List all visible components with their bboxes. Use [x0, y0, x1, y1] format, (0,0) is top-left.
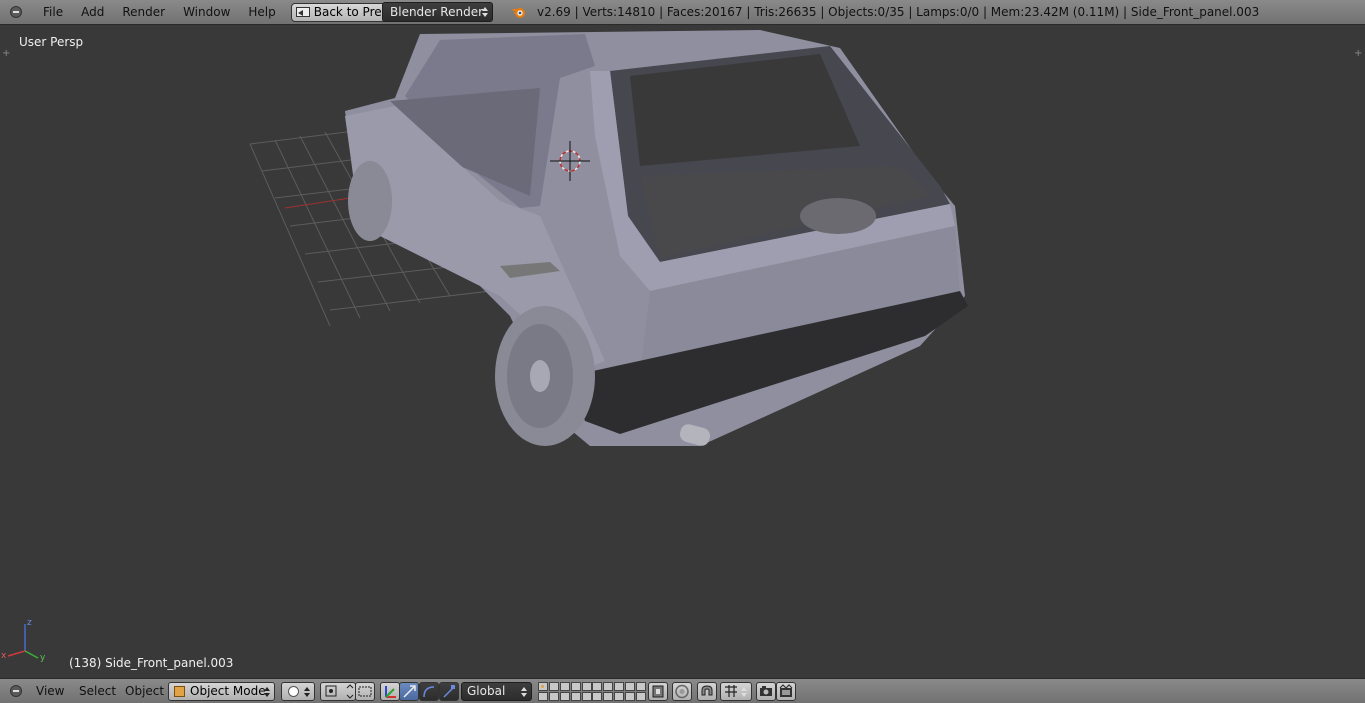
3d-view-header: View Select Object Object Mode Global: [0, 678, 1365, 703]
translate-icon: [403, 685, 416, 698]
transform-orientation-select[interactable]: Global: [461, 682, 532, 701]
layer-grid-icon[interactable]: [603, 692, 613, 701]
rotate-manipulator-button[interactable]: [419, 682, 439, 701]
axis-x-label: x: [1, 651, 7, 661]
layer-grid-icon[interactable]: [582, 692, 592, 701]
scene-layers-group-2[interactable]: [592, 682, 646, 701]
layer-grid-icon[interactable]: [571, 692, 581, 701]
blender-logo-icon: [512, 8, 525, 18]
manipulator-icon: [385, 686, 396, 698]
menu-help[interactable]: Help: [239, 0, 284, 25]
dropdown-arrows-icon: [264, 687, 270, 697]
back-to-previous-icon: [295, 7, 310, 17]
solid-shading-icon: [288, 686, 299, 697]
layer-grid-icon[interactable]: [636, 692, 646, 701]
snap-element-select[interactable]: [720, 682, 752, 701]
snap-toggle-button[interactable]: [697, 682, 717, 701]
render-still-button[interactable]: [756, 682, 776, 701]
proportional-editing-icon: [675, 684, 689, 699]
menu-view[interactable]: View: [36, 679, 64, 703]
scale-manipulator-button[interactable]: [439, 682, 459, 701]
layer-grid-icon[interactable]: [636, 682, 646, 691]
layer-grid-icon[interactable]: [560, 682, 570, 691]
pivot-point-select[interactable]: [320, 682, 356, 701]
3d-viewport[interactable]: z y x User Persp (138) Side_Front_panel.…: [0, 26, 1365, 678]
translate-manipulator-button[interactable]: [399, 682, 419, 701]
editor-menu-icon[interactable]: [10, 6, 22, 18]
menu-object[interactable]: Object: [125, 679, 164, 703]
manipulator-toggle-button[interactable]: [380, 682, 400, 701]
dropdown-arrows-icon: [741, 687, 747, 697]
snap-to-selection-button[interactable]: [355, 682, 375, 701]
layer-grid-icon[interactable]: [592, 682, 602, 691]
layer-grid-icon[interactable]: [625, 692, 635, 701]
car-model: [345, 30, 968, 446]
object-mode-cube-icon: [174, 686, 185, 697]
transform-orientation-value: Global: [467, 684, 506, 698]
render-still-icon: [760, 686, 772, 696]
layer-grid-icon[interactable]: [549, 682, 559, 691]
rotate-icon: [423, 686, 435, 698]
render-engine-value: Blender Render: [390, 5, 484, 19]
layer-grid-icon[interactable]: [549, 692, 559, 701]
manipulator-icon: [358, 686, 372, 697]
layer-grid-icon[interactable]: [571, 682, 581, 691]
editor-type-icon[interactable]: [10, 685, 22, 697]
render-animation-button[interactable]: [776, 682, 796, 701]
layer-grid-icon[interactable]: [614, 682, 624, 691]
active-object-label: (138) Side_Front_panel.003: [69, 656, 234, 670]
axis-y-label: y: [40, 653, 46, 663]
pivot-point-icon: [325, 684, 354, 699]
layer-grid-icon[interactable]: [603, 682, 613, 691]
dropdown-arrows-icon: [521, 687, 527, 697]
dropdown-arrows-icon: [482, 7, 488, 17]
interaction-mode-value: Object Mode: [190, 684, 266, 698]
lock-layers-icon: [652, 685, 664, 698]
proportional-editing-button[interactable]: [672, 682, 692, 701]
menu-select[interactable]: Select: [79, 679, 116, 703]
snap-magnet-icon: [701, 685, 713, 696]
axis-z-label: z: [27, 618, 32, 628]
dropdown-arrows-icon: [304, 687, 310, 697]
layer-grid-icon[interactable]: [582, 682, 592, 691]
properties-panel-toggle-icon[interactable]: +: [1354, 49, 1362, 59]
interaction-mode-select[interactable]: Object Mode: [168, 682, 275, 701]
scale-icon: [443, 685, 455, 698]
scene-layers-group-1[interactable]: [538, 682, 592, 701]
tool-shelf-toggle-icon[interactable]: +: [2, 49, 10, 59]
menu-add[interactable]: Add: [72, 0, 113, 25]
lock-layers-button[interactable]: [648, 682, 668, 701]
layer-grid-icon[interactable]: [614, 692, 624, 701]
snap-element-icon: [725, 685, 737, 697]
layer-grid-icon[interactable]: [538, 692, 548, 701]
menu-window[interactable]: Window: [174, 0, 239, 25]
layer-grid-icon[interactable]: [592, 692, 602, 701]
layer-grid-icon[interactable]: [625, 682, 635, 691]
view-label: User Persp: [19, 35, 84, 49]
layer-grid-icon[interactable]: [560, 692, 570, 701]
scene-stats: v2.69 | Verts:14810 | Faces:20167 | Tris…: [537, 5, 1260, 19]
render-animation-icon: [779, 684, 793, 697]
axis-widget-icon: z y x: [1, 618, 46, 663]
menu-render[interactable]: Render: [113, 0, 174, 25]
menu-file[interactable]: File: [34, 0, 72, 25]
render-engine-select[interactable]: Blender Render: [382, 2, 493, 22]
viewport-shading-select[interactable]: [281, 682, 315, 701]
viewport-scene[interactable]: z y x: [0, 26, 1365, 678]
layer-grid-icon[interactable]: [538, 682, 548, 691]
